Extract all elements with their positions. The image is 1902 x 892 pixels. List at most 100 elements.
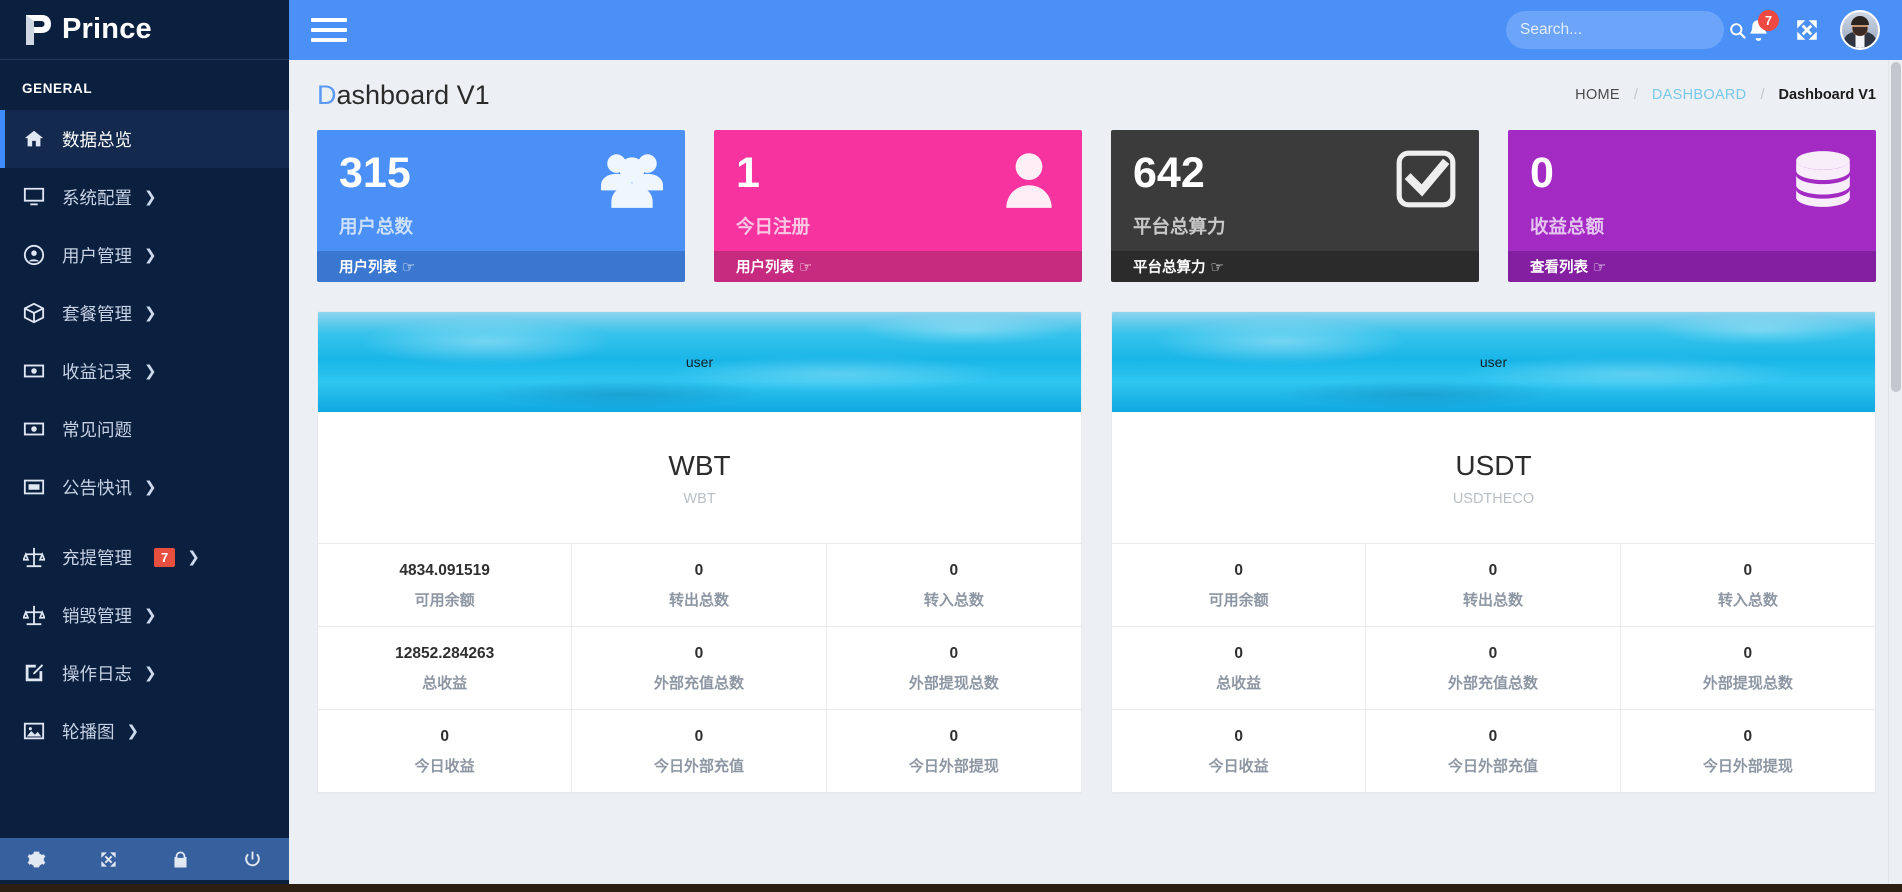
fullscreen-button[interactable] — [1792, 15, 1822, 45]
stat-card-total-hashrate[interactable]: 642 平台总算力 平台总算力 ☞ — [1111, 130, 1479, 282]
stat-card-total-users[interactable]: 315 用户总数 用户列表 ☞ — [317, 130, 685, 282]
box-icon — [22, 301, 46, 325]
stat-link-label: 用户列表 — [339, 260, 397, 276]
sidebar-footer-toolbar — [0, 838, 289, 880]
brand[interactable]: Prince — [0, 0, 289, 60]
coin-stat-cell: 0 今日收益 — [318, 710, 573, 793]
sidebar-item-operation-log[interactable]: 操作日志 ❯ — [0, 644, 289, 702]
topbar: 7 — [289, 0, 1902, 60]
window-bottom-strip — [0, 884, 1902, 892]
sidebar-item-announcements[interactable]: 公告快讯 ❯ — [0, 458, 289, 516]
coin-stat-caption: 今日外部充值 — [653, 758, 744, 775]
sidebar-item-label: 充提管理 — [62, 547, 132, 568]
sidebar-item-label: 销毁管理 — [62, 605, 132, 626]
coin-stat-caption: 总收益 — [1216, 675, 1262, 692]
stat-card-link[interactable]: 用户列表 ☞ — [317, 251, 685, 282]
stat-label: 用户总数 — [339, 216, 414, 237]
coin-stat-caption: 可用余额 — [414, 592, 475, 609]
stat-label: 收益总额 — [1530, 216, 1605, 237]
stat-card-link[interactable]: 查看列表 ☞ — [1508, 251, 1876, 282]
coin-stat-value: 0 — [1234, 562, 1243, 579]
coin-stat-caption: 今日外部提现 — [908, 758, 999, 775]
coin-stat-cell: 0 外部充值总数 — [1366, 627, 1621, 710]
breadcrumb-home[interactable]: HOME — [1575, 87, 1620, 103]
coin-card-usdt: user USDT USDTHECO 0 可用余额 0 转出总数 0 转入总数 0 总收… — [1111, 311, 1876, 794]
stat-link-label: 查看列表 — [1530, 260, 1588, 276]
sidebar-item-system-config[interactable]: 系统配置 ❯ — [0, 168, 289, 226]
coin-subtitle: USDTHECO — [1452, 491, 1535, 507]
coin-title: WBT — [668, 450, 731, 481]
lock-icon[interactable] — [145, 850, 217, 869]
coin-stat-cell: 0 可用余额 — [1112, 544, 1367, 627]
sidebar-item-label: 数据总览 — [62, 129, 132, 150]
page-header: Dashboard V1 HOME / DASHBOARD / Dashboar… — [289, 60, 1902, 130]
stat-link-label: 用户列表 — [736, 260, 794, 276]
hamburger-menu-icon[interactable] — [311, 15, 347, 45]
stat-card-row: 315 用户总数 用户列表 ☞ 1 今日注册 用户列表 ☞ 642 平台总算力 … — [317, 130, 1876, 282]
chevron-right-icon: ❯ — [144, 606, 157, 624]
chevron-right-icon: ❯ — [144, 478, 157, 496]
coin-stat-value: 0 — [949, 728, 959, 745]
pointing-hand-icon: ☞ — [1210, 258, 1224, 276]
users-group-icon — [599, 150, 665, 213]
sidebar-section-label: GENERAL — [22, 81, 93, 96]
breadcrumb-dashboard[interactable]: DASHBOARD — [1652, 87, 1747, 103]
coin-stat-caption: 今日外部提现 — [1702, 758, 1793, 775]
power-off-icon[interactable] — [217, 850, 289, 869]
coin-stat-value: 12852.284263 — [395, 645, 495, 662]
stat-card-link[interactable]: 用户列表 ☞ — [714, 251, 1082, 282]
sidebar-item-burn-management[interactable]: 销毁管理 ❯ — [0, 586, 289, 644]
page-title-first-char: D — [317, 79, 337, 110]
pointing-hand-icon: ☞ — [1593, 258, 1607, 276]
coin-banner: user — [1112, 312, 1875, 412]
coin-title-block: USDT USDTHECO — [1112, 412, 1875, 543]
stat-link-label: 平台总算力 — [1133, 260, 1206, 276]
search-box[interactable] — [1506, 11, 1746, 49]
sidebar-item-dashboard[interactable]: 数据总览 — [0, 110, 289, 168]
chevron-right-icon: ❯ — [126, 722, 140, 740]
sidebar-item-user-management[interactable]: 用户管理 ❯ — [0, 226, 289, 284]
coin-stat-caption: 外部提现总数 — [908, 675, 999, 692]
gear-icon[interactable] — [0, 850, 72, 869]
sidebar-item-label: 用户管理 — [62, 245, 132, 266]
stat-card-link[interactable]: 平台总算力 ☞ — [1111, 251, 1479, 282]
sidebar-item-label: 常见问题 — [62, 419, 132, 440]
coin-stat-value: 0 — [1488, 562, 1498, 579]
expand-arrows-icon[interactable] — [72, 850, 144, 869]
sidebar-item-income-records[interactable]: 收益记录 ❯ — [0, 342, 289, 400]
search-input[interactable] — [1520, 21, 1720, 39]
stat-card-top: 1 今日注册 — [714, 130, 1082, 251]
main-region: 7 Dashboard V1 HOME / DASHBOARD / Dashbo… — [289, 0, 1902, 892]
coin-card-wbt: user WBT WBT 4834.091519 可用余额 0 转出总数 0 转入总数… — [317, 311, 1082, 794]
money-bill-icon — [22, 417, 46, 441]
coin-stat-caption: 可用余额 — [1208, 592, 1269, 609]
notifications-button[interactable]: 7 — [1742, 10, 1779, 46]
prince-p-logo-icon — [22, 13, 52, 47]
scrollbar-thumb[interactable] — [1891, 62, 1901, 392]
sidebar-item-carousel[interactable]: 轮播图 ❯ — [0, 702, 289, 760]
coin-stat-cell: 0 今日外部提现 — [826, 710, 1081, 793]
stat-card-top: 0 收益总额 — [1508, 130, 1876, 251]
stat-card-today-registrations[interactable]: 1 今日注册 用户列表 ☞ — [714, 130, 1082, 282]
sidebar-item-label: 套餐管理 — [62, 303, 132, 324]
coin-stat-value: 0 — [694, 645, 704, 662]
home-icon — [22, 127, 46, 151]
coin-stat-cell: 12852.284263 总收益 — [318, 627, 573, 710]
user-circle-icon — [22, 243, 46, 267]
sidebar-item-faq[interactable]: 常见问题 — [0, 400, 289, 458]
chevron-right-icon: ❯ — [144, 304, 157, 322]
sidebar-item-label: 系统配置 — [62, 187, 132, 208]
sidebar-item-deposit-withdraw[interactable]: 充提管理 7 ❯ — [0, 528, 289, 586]
chevron-right-icon: ❯ — [144, 246, 157, 264]
coin-stat-cell: 0 转入总数 — [1620, 544, 1875, 627]
avatar[interactable] — [1840, 10, 1880, 50]
window-icon — [22, 475, 46, 499]
sidebar-item-package-management[interactable]: 套餐管理 ❯ — [0, 284, 289, 342]
page-scrollbar[interactable] — [1888, 60, 1902, 892]
pointing-hand-icon: ☞ — [402, 258, 416, 276]
monitor-icon — [22, 185, 46, 209]
sidebar-item-label: 收益记录 — [62, 361, 132, 382]
avatar-hair — [1851, 16, 1869, 25]
stat-card-total-income[interactable]: 0 收益总额 查看列表 ☞ — [1508, 130, 1876, 282]
sidebar-divider-gap — [0, 516, 289, 528]
